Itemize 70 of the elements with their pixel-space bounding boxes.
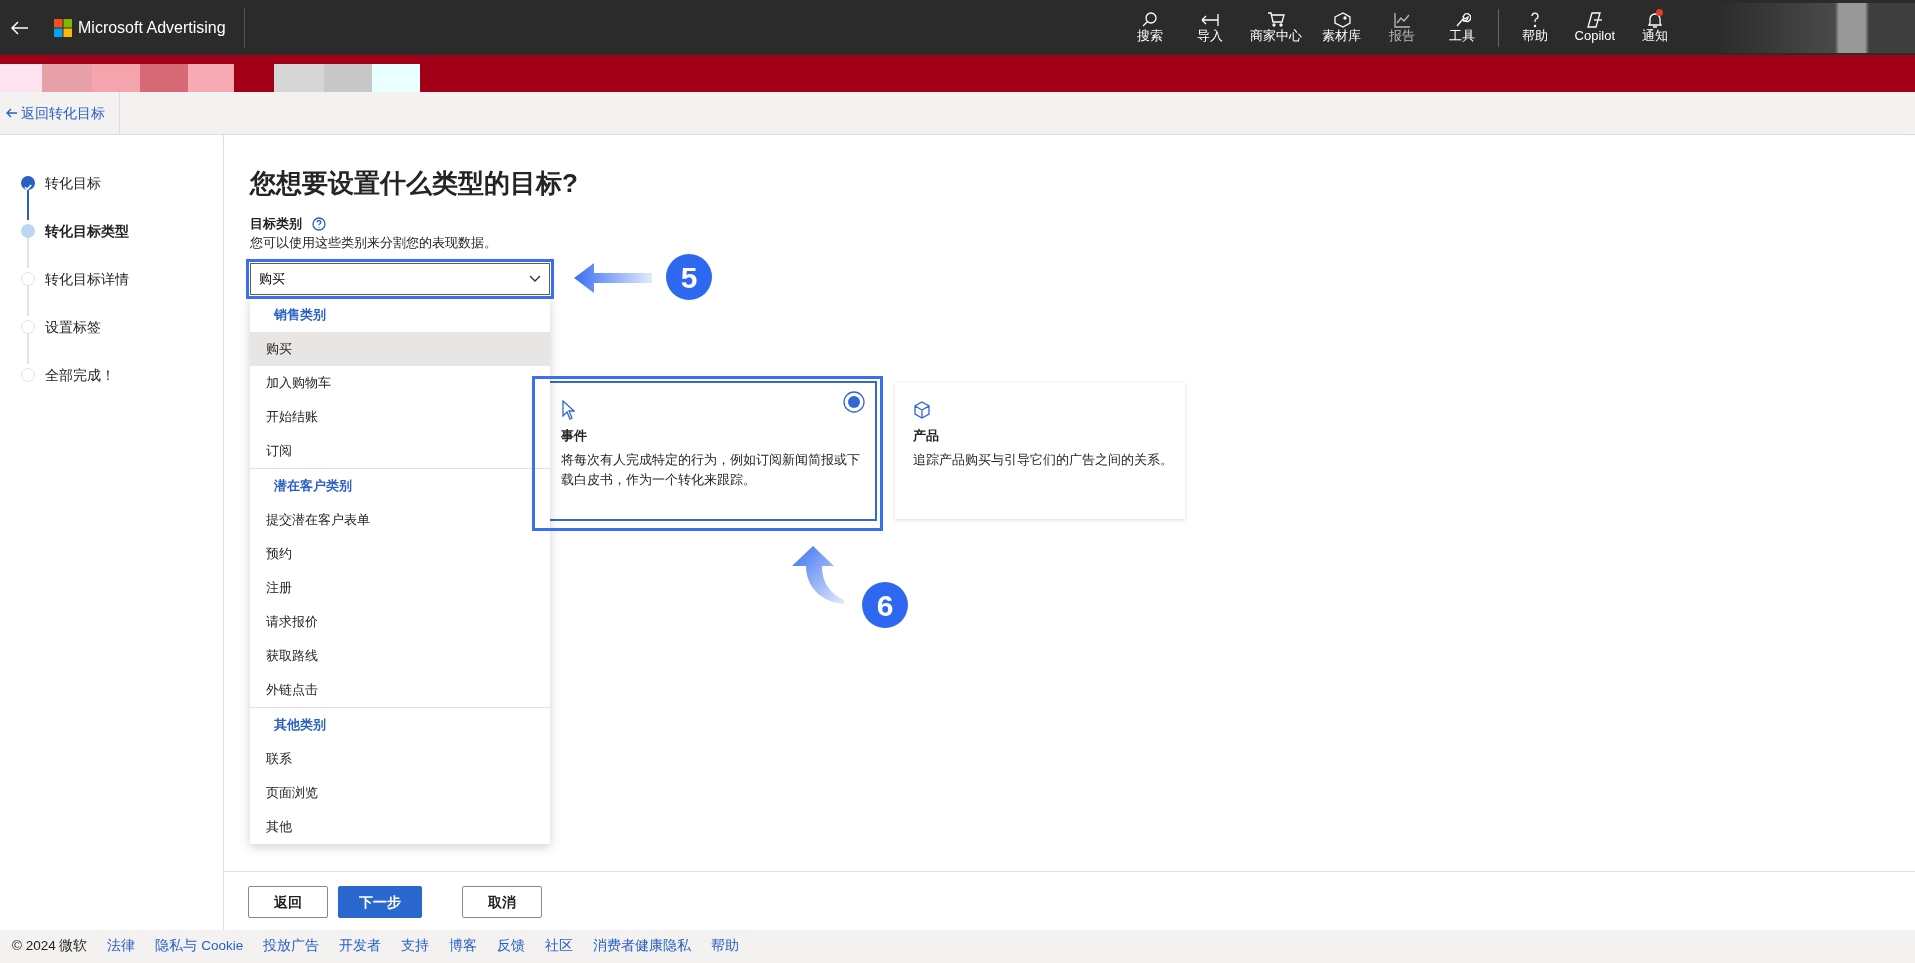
- page-title: 您想要设置什么类型的目标?: [250, 167, 579, 199]
- footer-link[interactable]: 消费者健康隐私: [593, 936, 692, 957]
- card-title: 产品: [913, 427, 940, 445]
- footer-link[interactable]: 博客: [449, 936, 478, 957]
- annotation-number: 5: [666, 254, 712, 300]
- copyright-text: © 2024 微软: [12, 937, 88, 956]
- footer-link[interactable]: 投放广告: [263, 936, 320, 957]
- step-label: 设置标签: [45, 318, 101, 337]
- copilot-icon: [1585, 11, 1604, 30]
- footer-link[interactable]: 帮助: [711, 936, 740, 957]
- dropdown-option[interactable]: 注册: [250, 571, 550, 605]
- card-title: 事件: [561, 427, 588, 446]
- footer-link[interactable]: 社区: [545, 936, 574, 957]
- footer-link[interactable]: 法律: [107, 936, 136, 957]
- dropdown-option[interactable]: 联系: [250, 742, 550, 776]
- back-arrow-icon: [6, 108, 18, 118]
- nav-button[interactable]: 搜索: [1119, 7, 1180, 48]
- category-select[interactable]: 购买: [250, 263, 550, 295]
- dropdown-option[interactable]: 订阅: [250, 434, 550, 468]
- annotation-arrow: [792, 546, 844, 604]
- step-label: 转化目标: [45, 174, 101, 193]
- nav-button[interactable]: 商家中心: [1239, 7, 1312, 48]
- footer-link[interactable]: 支持: [401, 936, 430, 957]
- nav-button[interactable]: 工具: [1431, 7, 1492, 48]
- cursor-icon: [561, 400, 575, 421]
- card-description: 将每次有人完成特定的行为，例如订阅新闻简报或下载白皮书，作为一个转化来跟踪。: [561, 451, 861, 489]
- next-button[interactable]: 下一步: [338, 886, 422, 918]
- dropdown-group-header: 销售类别: [272, 306, 327, 325]
- dropdown-option[interactable]: 请求报价: [250, 605, 550, 639]
- logo-icon: [54, 18, 72, 37]
- dropdown-option[interactable]: 提交潜在客户表单: [250, 503, 550, 537]
- footer-link[interactable]: 开发者: [339, 936, 382, 957]
- step-label: 全部完成！: [45, 366, 115, 385]
- tag-icon: [1332, 11, 1351, 30]
- nav-button[interactable]: 导入: [1179, 7, 1240, 48]
- chevron-down-icon: [529, 275, 541, 283]
- footer-link[interactable]: 隐私与 Cookie: [155, 936, 244, 957]
- nav-button[interactable]: 帮助: [1504, 7, 1565, 48]
- nav-button[interactable]: 通知: [1625, 7, 1685, 48]
- dropdown-option[interactable]: 加入购物车: [250, 366, 550, 400]
- footer-link[interactable]: 反馈: [497, 936, 526, 957]
- dropdown-option[interactable]: 页面浏览: [250, 776, 550, 810]
- dropdown-option[interactable]: 开始结账: [250, 400, 550, 434]
- bell-icon: [1646, 11, 1664, 30]
- dropdown-option[interactable]: 外链点击: [250, 673, 550, 707]
- dropdown-option[interactable]: 购买: [250, 332, 550, 366]
- dropdown-group-header: 潜在客户类别: [273, 477, 353, 496]
- secondary-button[interactable]: 取消: [462, 886, 542, 918]
- field-label: 目标类别: [250, 215, 302, 233]
- nav-button[interactable]: 素材库: [1311, 7, 1372, 48]
- radio-selected[interactable]: [843, 391, 865, 413]
- field-help-text: 您可以使用这些类别来分割您的表现数据。: [250, 234, 498, 252]
- goal-type-card[interactable]: 产品 追踪产品购买与引导它们的广告之间的关系。: [895, 383, 1185, 519]
- back-arrow-icon: [11, 20, 29, 35]
- dropdown-option[interactable]: 预约: [250, 537, 550, 571]
- annotation-number: 6: [862, 582, 908, 628]
- help-icon: [312, 217, 326, 231]
- dropdown-group-header: 其他类别: [273, 716, 327, 735]
- dropdown-option[interactable]: 获取路线: [250, 639, 550, 673]
- card-description: 追踪产品购买与引导它们的广告之间的关系。: [913, 451, 1173, 469]
- chart-icon: [1392, 11, 1411, 30]
- step-label: 转化目标详情: [45, 270, 129, 289]
- nav-button[interactable]: Copilot: [1564, 7, 1625, 48]
- cube-icon: [913, 401, 931, 420]
- app-name: Microsoft Advertising: [78, 17, 226, 38]
- back-link[interactable]: 返回转化目标: [0, 91, 120, 135]
- dropdown-option[interactable]: 其他: [250, 810, 550, 844]
- step-label: 转化目标类型: [45, 222, 129, 241]
- secondary-button[interactable]: 返回: [248, 886, 328, 918]
- notification-dot: [1656, 9, 1663, 17]
